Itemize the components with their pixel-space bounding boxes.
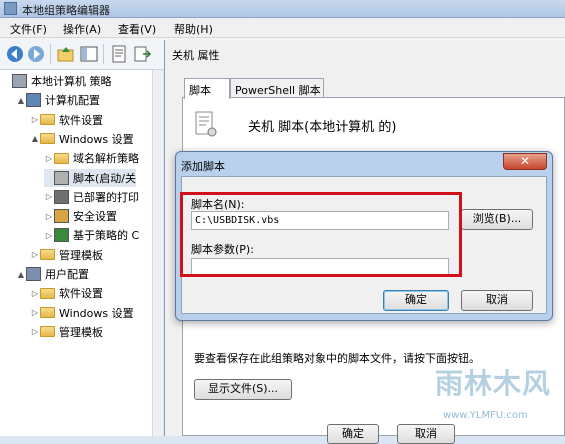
folder-icon: [40, 114, 55, 126]
expand-arrow-icon[interactable]: ▷: [44, 212, 54, 221]
toolbar-separator: [50, 44, 51, 64]
tree-item-label: 用户配置: [45, 268, 89, 281]
watermark-text: 雨林木风: [435, 367, 552, 400]
close-icon[interactable]: ✕: [503, 153, 547, 170]
tree-item[interactable]: ▷ 软件设置: [30, 111, 103, 129]
tree-item-label: 计算机配置: [45, 94, 100, 108]
tab-powershell[interactable]: PowerShell 脚本: [230, 78, 324, 98]
properties-ok-button[interactable]: 确定: [327, 424, 379, 444]
menu-view[interactable]: 查看(V): [118, 21, 156, 37]
dialog-cancel-button[interactable]: 取消: [461, 290, 533, 311]
properties-title: 关机 属性: [172, 49, 220, 62]
expand-arrow-icon[interactable]: ▷: [44, 192, 54, 201]
policy-tree: 本地计算机 策略 ▲ 计算机配置 ▷ 软件设置 ▲ Windows 设置 ▷ 域名解析策略 脚本(…: [0, 70, 163, 436]
menu-action[interactable]: 操作(A): [63, 21, 101, 37]
tree-item-label: 脚本(启动/关: [73, 171, 136, 185]
watermark-url: www.YLMFU.com: [443, 410, 528, 421]
computer-icon: [26, 93, 41, 108]
folder-icon: [40, 326, 55, 338]
computer-policy-icon: [12, 74, 27, 88]
security-icon: [54, 209, 69, 224]
tree-item[interactable]: ▷ 基于策略的 C: [44, 226, 139, 244]
export-list-icon[interactable]: [133, 45, 151, 63]
tree-item[interactable]: ▷ 管理模板: [30, 246, 103, 264]
tree-item[interactable]: ▲ 用户配置: [16, 265, 89, 283]
tab-strip: 脚本 PowerShell 脚本: [184, 78, 564, 99]
tree-item-label: 管理模板: [59, 325, 103, 339]
folder-icon: [40, 133, 55, 145]
expand-arrow-icon[interactable]: ▷: [44, 231, 54, 240]
tree-item[interactable]: ▲ Windows 设置: [30, 130, 134, 148]
menu-help[interactable]: 帮助(H): [174, 21, 213, 37]
tree-item-label: 软件设置: [59, 287, 103, 301]
folder-icon: [54, 152, 69, 164]
tree-item-label: 安全设置: [73, 210, 117, 224]
script-icon: [54, 170, 69, 185]
qos-chart-icon: [54, 228, 69, 243]
up-folder-icon[interactable]: [57, 45, 75, 63]
user-icon: [26, 267, 41, 281]
expand-arrow-icon[interactable]: ▲: [30, 134, 40, 143]
menu-bar: 文件(F) 操作(A) 查看(V) 帮助(H): [0, 18, 565, 38]
properties-icon[interactable]: [110, 45, 128, 63]
folder-icon: [40, 249, 55, 261]
highlight-box: [180, 192, 462, 277]
show-files-button[interactable]: 显示文件(S)...: [194, 379, 292, 400]
tree-item[interactable]: 脚本(启动/关: [44, 168, 136, 187]
expand-arrow-icon[interactable]: ▷: [30, 308, 40, 317]
expand-arrow-icon[interactable]: ▲: [16, 270, 26, 279]
tree-item-label: Windows 设置: [59, 306, 134, 320]
dialog-title: 添加脚本: [181, 160, 225, 173]
tree-item-label: 本地计算机 策略: [31, 75, 112, 88]
tree-item[interactable]: ▲ 计算机配置: [16, 91, 100, 109]
script-header: 关机 脚本(本地计算机 的): [248, 120, 397, 135]
folder-icon: [40, 287, 55, 299]
tree-item[interactable]: ▷ Windows 设置: [30, 304, 134, 322]
tree-item[interactable]: ▷ 已部署的打印: [44, 188, 139, 206]
expand-arrow-icon[interactable]: ▷: [30, 115, 40, 124]
tree-item[interactable]: ▷ 软件设置: [30, 284, 103, 302]
tab-scripts[interactable]: 脚本: [184, 78, 230, 99]
tree-item[interactable]: ▷ 域名解析策略: [44, 149, 139, 167]
show-tree-icon[interactable]: [80, 45, 98, 63]
menu-file[interactable]: 文件(F): [10, 21, 47, 37]
tree-item[interactable]: 本地计算机 策略: [2, 72, 112, 90]
tree-item-label: 软件设置: [59, 113, 103, 127]
window-title: 本地组策略编辑器: [22, 4, 110, 17]
app-icon: [4, 2, 17, 15]
expand-arrow-icon[interactable]: ▷: [30, 250, 40, 259]
folder-icon: [40, 307, 55, 319]
tree-item-label: 基于策略的 C: [73, 229, 140, 243]
tree-item[interactable]: ▷ 管理模板: [30, 323, 103, 341]
tree-item[interactable]: ▷ 安全设置: [44, 207, 117, 225]
expand-arrow-icon[interactable]: ▷: [44, 154, 54, 163]
browse-button[interactable]: 浏览(B)...: [461, 209, 533, 230]
watermark: 雨林木风 www.YLMFU.com: [435, 358, 565, 436]
printer-icon: [54, 189, 69, 204]
tree-item-label: 域名解析策略: [73, 152, 139, 166]
tree-item-label: 已部署的打印: [73, 190, 139, 204]
tree-item-label: 管理模板: [59, 248, 103, 262]
tree-scrollbar[interactable]: [152, 70, 163, 436]
back-arrow-icon[interactable]: [6, 45, 24, 63]
toolbar-separator: [103, 44, 104, 64]
expand-arrow-icon[interactable]: ▷: [30, 289, 40, 298]
tree-item-label: Windows 设置: [59, 132, 134, 146]
expand-arrow-icon[interactable]: ▲: [16, 96, 26, 105]
script-icon: [192, 110, 218, 138]
forward-arrow-icon[interactable]: [27, 45, 45, 63]
dialog-ok-button[interactable]: 确定: [383, 290, 449, 311]
expand-arrow-icon[interactable]: ▷: [30, 327, 40, 336]
